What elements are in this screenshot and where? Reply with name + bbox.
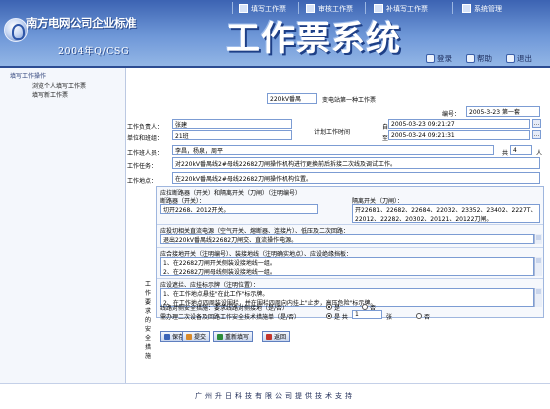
total-label: 共 [502,150,509,157]
line-grounding-question: 线路对侧安全措施：要求线路对侧接地（是/否） [160,305,289,312]
menu-label: 填写工作票 [251,4,286,13]
total-unit: 人 [536,150,543,157]
exit-icon [506,53,515,63]
section-divider [157,278,543,279]
substation-input[interactable]: 220kV番禺 [267,93,317,104]
isolator-input[interactable]: 开22681、22682、22684、22032、23352、23402、222… [352,204,540,223]
submit-label: 提交 [194,334,207,341]
total-count-input[interactable]: 4 [510,145,532,155]
menu-supplement-ticket[interactable]: 补填写工作票 [374,3,428,14]
person-in-charge-input[interactable]: 张建 [172,119,292,129]
secondary-measures-question: 需办理二次设备及回路工作安全技术措施单（是/否） [160,314,301,321]
menu-separator [232,2,233,14]
approve-icon [306,4,315,13]
menu-approve-ticket[interactable]: 审核工作票 [306,3,353,14]
secondary-measures-yes-radio[interactable] [326,313,332,319]
task-label: 工作任务： [127,163,158,170]
dept-label: 单位和班组： [127,135,164,142]
sidebar-heading: 填写工作操作 [10,73,47,80]
menu-separator [365,2,366,14]
top-menu: 填写工作票 审核工作票 补填写工作票 系统管理 [0,0,550,16]
person-in-charge-label: 工作负责人： [127,124,164,131]
menu-label: 补填写工作票 [386,4,428,13]
line-grounding-yes-radio[interactable] [326,304,332,310]
grounding-input[interactable]: 1、在22682刀闸开关侧装设接地线一组。 2、在22682刀闸母线侧装设接地线… [160,257,534,276]
secondary-measures-unit: 张 [386,314,393,321]
line-grounding-yes-label: 是 [334,305,341,312]
sidebar-item-new-ticket[interactable]: 填写新工作票 [32,90,68,99]
menu-fill-ticket[interactable]: 填写工作票 [239,3,286,14]
section-divider [157,224,543,225]
breaker-input[interactable]: 切开2268、2012开关。 [160,204,318,214]
ticket-type-title: 变电站第一种工作票 [322,97,377,104]
menu-separator [452,2,453,14]
footer-credit: 广州升日科技有限公司提供技术支持 [195,392,355,400]
section-divider [157,247,543,248]
scrollbar[interactable] [534,234,542,244]
menu-separator [298,2,299,14]
reset-icon [217,333,223,340]
number-label: 编号： [442,111,461,118]
members-input[interactable]: 李昌，杨泉，周平 [172,145,494,155]
start-time-input[interactable]: 2005-03-23 09:21:27 [388,119,530,129]
login-label: 登录 [437,53,452,63]
back-label: 返回 [274,334,287,341]
secondary-measures-no-radio[interactable] [416,313,422,319]
start-time-picker-button[interactable]: … [532,119,541,128]
location-label: 工作地点： [127,178,158,185]
sidebar: 填写工作操作 浏览个人填写工作票 填写新工作票 [0,68,126,383]
secondary-measures-count-input[interactable]: 1 [352,310,382,319]
exit-button[interactable]: 退出 [506,52,532,64]
app-title: 工作票系统 [226,19,401,59]
number-input[interactable]: 2005-3-23 第一套 [466,106,540,117]
menu-label: 审核工作票 [318,4,353,13]
task-input[interactable]: 对220kV番禺线2#母线22682刀闸操作机构进行更换前后拆接二次线及调试工作… [172,157,540,169]
back-button[interactable]: 返回 [262,331,291,342]
safety-measures-label: 工作要求的安全措施 [144,281,151,360]
company-name: 南方电网公司企业标准 [26,16,137,30]
secondary-measures-no-label: 否 [424,314,431,321]
exit-label: 退出 [517,53,532,63]
submit-button[interactable]: 提交 [182,331,211,342]
standard-code: 2004年Q/CSG [58,46,130,57]
edit-icon [374,4,383,13]
dept-input[interactable]: 21班 [172,130,292,140]
save-icon [164,333,170,340]
scrollbar[interactable] [534,288,542,307]
gear-icon [462,4,471,13]
reset-label: 重新填写 [225,334,250,341]
scrollbar[interactable] [534,257,542,276]
menu-system-admin[interactable]: 系统管理 [462,3,502,14]
company-logo-icon [4,18,28,42]
dc-power-input[interactable]: 退出220kV番禺线22682刀闸交、直流操作电源。 [160,234,534,244]
login-button[interactable]: 登录 [426,52,452,64]
help-icon [466,53,475,63]
edit-icon [239,4,248,13]
plan-time-label: 计划工作时间 [314,129,351,136]
app-header: 填写工作票 审核工作票 补填写工作票 系统管理 南方电网公司企业标准 2004年… [0,0,550,66]
reset-button[interactable]: 重新填写 [213,331,254,342]
menu-label: 系统管理 [474,4,502,13]
sidebar-item-browse-tickets[interactable]: 浏览个人填写工作票 [32,81,86,90]
footer: 广州升日科技有限公司提供技术支持 [0,383,550,409]
back-icon [266,333,272,340]
members-label: 工作班人员： [127,150,164,157]
secondary-measures-yes-label: 是 共 [334,314,348,321]
submit-icon [186,333,192,340]
login-icon [426,53,435,63]
location-input[interactable]: 在220kV番禺线2#母线22682刀闸操作机构位置。 [172,172,540,184]
end-time-picker-button[interactable]: … [532,130,541,139]
help-button[interactable]: 帮助 [466,52,492,64]
end-time-input[interactable]: 2005-03-24 09:21:31 [388,130,530,140]
help-label: 帮助 [477,53,492,63]
